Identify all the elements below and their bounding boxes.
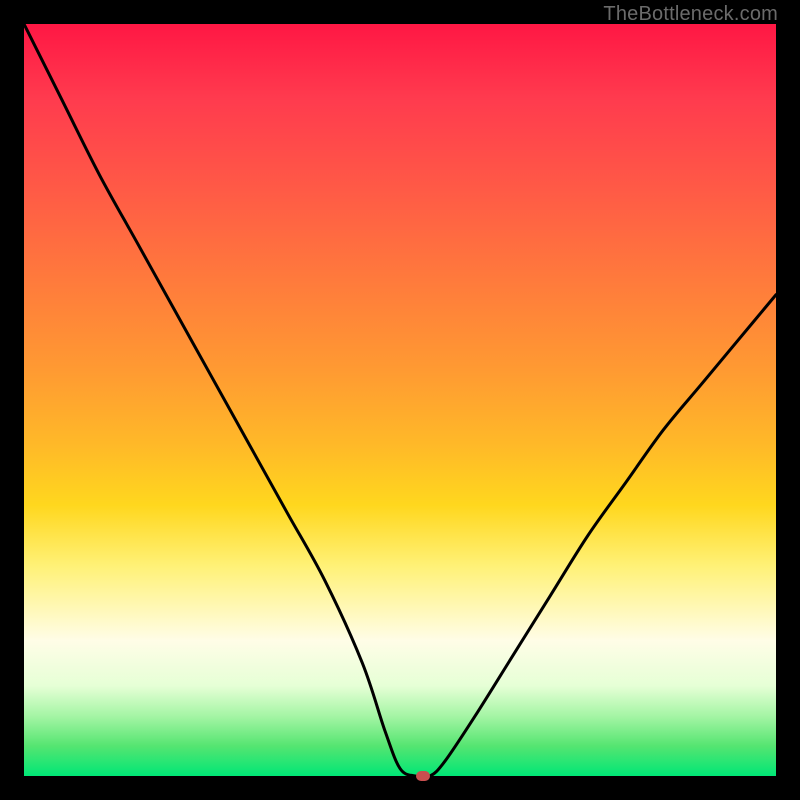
plot-area (24, 24, 776, 776)
watermark-text: TheBottleneck.com (603, 3, 778, 26)
bottleneck-chart: TheBottleneck.com (0, 0, 800, 800)
curve-svg (24, 24, 776, 776)
minimum-marker (416, 771, 430, 781)
bottleneck-curve-path (24, 24, 776, 776)
